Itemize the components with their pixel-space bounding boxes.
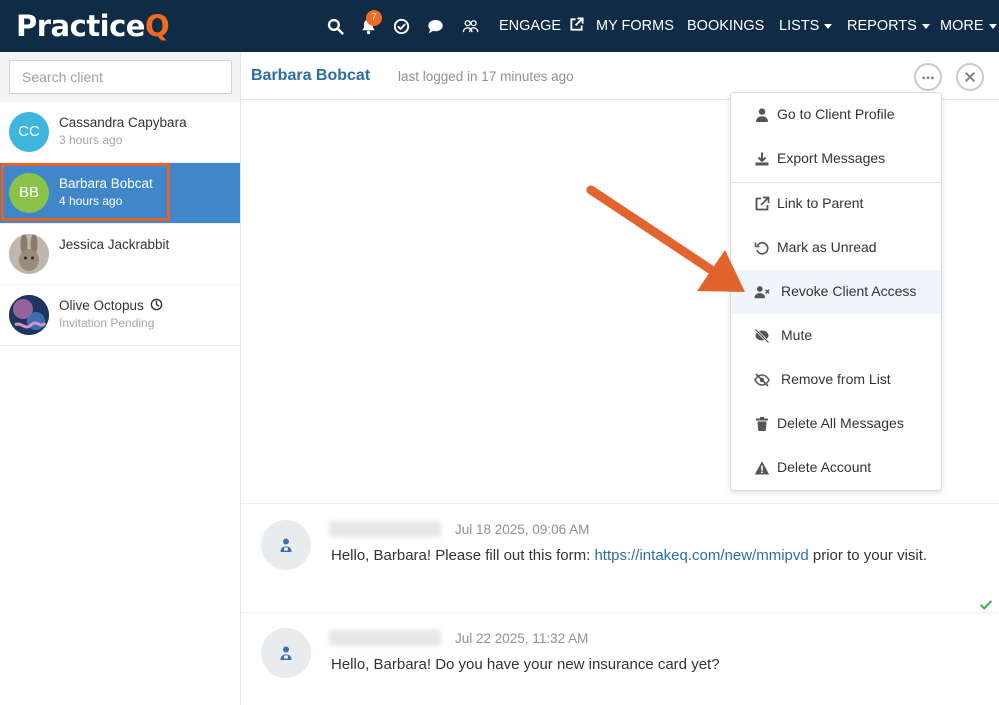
menu-item-link-to-parent[interactable]: Link to Parent (731, 182, 941, 226)
menu-item-revoke-client-access[interactable]: Revoke Client Access (731, 270, 941, 314)
client-name: Cassandra Capybara (59, 115, 187, 130)
nav-engage[interactable]: ENGAGE (499, 0, 584, 52)
client-list-item-active[interactable]: BB Barbara Bobcat 4 hours ago (0, 163, 240, 224)
menu-item-go-to-client-profile[interactable]: Go to Client Profile (731, 93, 941, 137)
user-icon (753, 106, 771, 124)
search-container (0, 52, 240, 102)
menu-item-delete-all-messages[interactable]: Delete All Messages (731, 402, 941, 446)
more-options-icon (922, 76, 934, 80)
client-name: Jessica Jackrabbit (59, 237, 170, 252)
form-link[interactable]: https://intakeq.com/new/mmipvd (594, 547, 808, 564)
conversation-options-menu: Go to Client Profile Export Messages Lin… (730, 92, 942, 491)
caret-down-icon (921, 23, 930, 29)
sender-name-redacted (329, 521, 441, 537)
practitioner-avatar (261, 520, 311, 570)
logo-text: Practice (16, 9, 145, 43)
read-check-icon (980, 600, 992, 610)
menu-item-export-messages[interactable]: Export Messages (731, 137, 941, 181)
close-conversation-button[interactable] (956, 63, 984, 91)
last-login-status: last logged in 17 minutes ago (398, 69, 574, 84)
client-name: Olive Octopus (59, 298, 163, 313)
message-divider (241, 503, 999, 504)
menu-item-mute[interactable]: Mute (731, 314, 941, 358)
more-options-button[interactable] (914, 63, 942, 91)
external-link-icon (570, 17, 584, 31)
client-name: Barbara Bobcat (59, 176, 153, 191)
client-list-item[interactable]: Olive Octopus Invitation Pending (0, 285, 240, 346)
message-timestamp: Jul 22 2025, 11:32 AM (455, 631, 589, 646)
doctor-icon (280, 538, 292, 552)
rabbit-photo-avatar (9, 234, 49, 274)
octopus-photo-avatar (9, 295, 49, 335)
sender-name-redacted (329, 630, 441, 646)
menu-item-remove-from-list[interactable]: Remove from List (731, 358, 941, 402)
client-last-activity: 4 hours ago (59, 194, 123, 208)
nav-lists[interactable]: LISTS (779, 0, 833, 52)
search-client-input[interactable] (9, 60, 232, 94)
user-remove-icon (753, 283, 771, 301)
practiceq-logo[interactable]: Practice Q (16, 6, 170, 46)
download-icon (753, 150, 771, 168)
menu-item-mark-as-unread[interactable]: Mark as Unread (731, 226, 941, 270)
nav-more[interactable]: MORE (940, 0, 997, 52)
avatar: CC (9, 112, 49, 152)
mute-bubble-icon (753, 327, 771, 345)
notification-count-badge: 7 (366, 10, 382, 26)
menu-item-delete-account[interactable]: Delete Account (731, 446, 941, 490)
message-text: Hello, Barbara! Please fill out this for… (331, 547, 928, 564)
doctor-icon (280, 646, 292, 660)
logo-accent-text: Q (144, 9, 170, 43)
practitioner-avatar (261, 628, 311, 678)
nav-bookings[interactable]: BOOKINGS (687, 0, 764, 52)
top-navigation-bar: Practice Q 7 ENGAGE MY FORMS BOOKINGS LIS… (0, 0, 999, 52)
eye-slash-icon (753, 371, 771, 389)
client-list-item[interactable]: Jessica Jackrabbit (0, 224, 240, 285)
warning-icon (753, 459, 771, 477)
client-list-item[interactable]: CC Cassandra Capybara 3 hours ago (0, 102, 240, 163)
client-sidebar: CC Cassandra Capybara 3 hours ago BB Bar… (0, 52, 241, 705)
message-timestamp: Jul 18 2025, 09:06 AM (455, 522, 590, 537)
people-group-icon[interactable] (458, 14, 482, 38)
clock-icon (150, 298, 162, 311)
nav-reports[interactable]: REPORTS (847, 0, 930, 52)
message-divider (241, 612, 999, 613)
caret-down-icon (988, 23, 997, 29)
message-text: Hello, Barbara! Do you have your new ins… (331, 656, 720, 673)
client-last-activity: 3 hours ago (59, 133, 123, 147)
chat-bubble-icon[interactable] (423, 14, 447, 38)
trash-icon (753, 415, 771, 433)
caret-down-icon (824, 23, 833, 29)
check-circle-icon[interactable] (389, 14, 413, 38)
search-icon[interactable] (323, 14, 347, 38)
avatar: BB (9, 173, 49, 213)
conversation-client-name[interactable]: Barbara Bobcat (251, 67, 370, 85)
external-link-icon (753, 195, 771, 213)
undo-icon (753, 239, 771, 257)
nav-my-forms[interactable]: MY FORMS (596, 0, 674, 52)
client-invitation-status: Invitation Pending (59, 316, 155, 330)
close-icon (965, 72, 975, 82)
